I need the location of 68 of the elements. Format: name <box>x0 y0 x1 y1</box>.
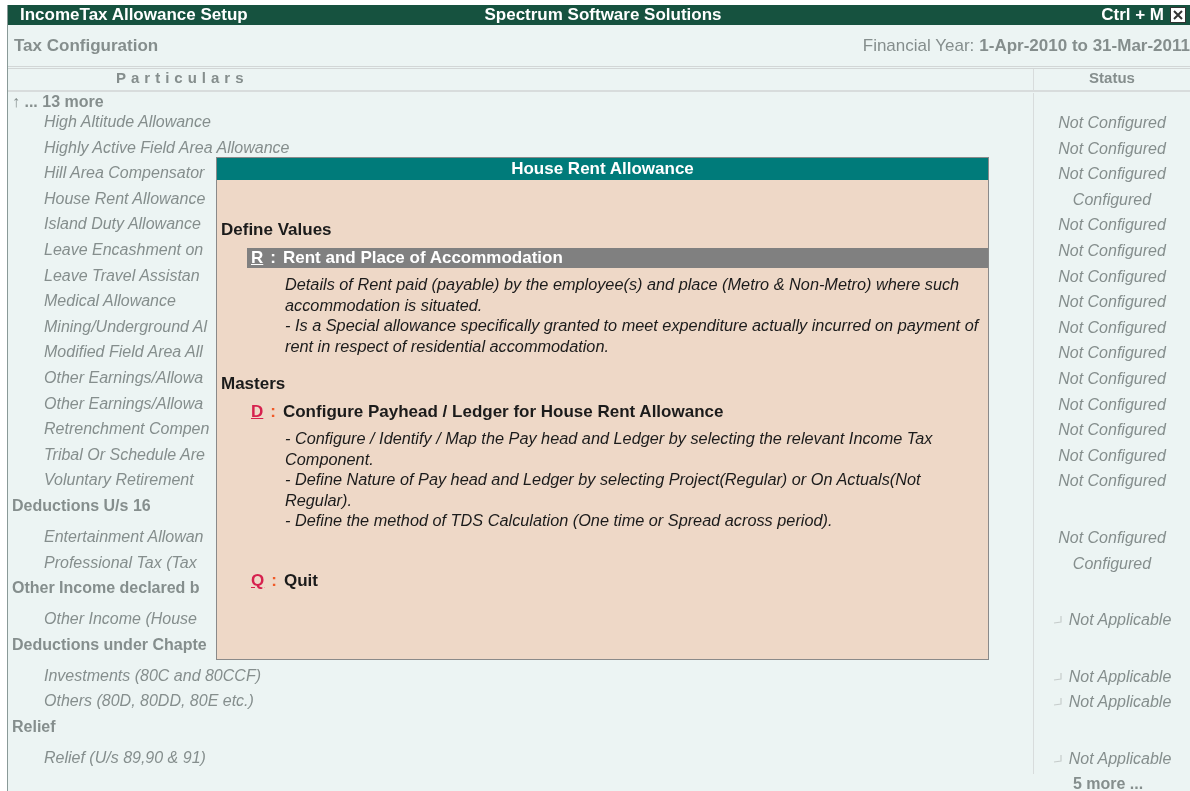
row-label: Tribal Or Schedule Are <box>44 445 205 463</box>
dialog-title: House Rent Allowance <box>217 158 988 180</box>
status-text: Not Configured <box>1058 528 1166 547</box>
group-label: Relief <box>12 717 56 735</box>
row-label: Island Duty Allowance <box>44 215 201 233</box>
row-label: Other Earnings/Allowa <box>44 394 204 412</box>
row-label: Hill Area Compensator <box>44 164 205 182</box>
status-text: Not Configured <box>1058 114 1166 132</box>
section-heading: Masters <box>221 374 287 394</box>
row-label: Leave Encashment on <box>44 240 204 258</box>
status-text: Not Configured <box>1058 241 1166 260</box>
option-description: - Define the method of TDS Calculation (One time or Spread across period). <box>285 510 834 531</box>
company-name: Spectrum Software Solutions <box>484 5 722 25</box>
section-heading: Define Values <box>221 220 333 240</box>
option-description: Details of Rent paid (payable) by the employee(s) and place (Metro & Non-Metro) where such accommodation is situated. <box>285 274 961 315</box>
screen-title: Tax Configuration <box>14 35 159 56</box>
group-label: Deductions under Chapte <box>12 635 207 653</box>
option-description: - Define Nature of Pay head and Ledger by selecting Project(Regular) or On Actuals(Not Regular). <box>285 469 922 510</box>
row-label: Others (80D, 80DD, 80E etc.) <box>44 692 254 710</box>
row-label: Other Income (House <box>44 610 197 628</box>
row-label: House Rent Allowance <box>44 189 206 207</box>
status-text: Configured <box>1072 554 1152 573</box>
option-description: - Is a Special allowance specifically granted to meet expenditure actually incurred on payment of rent in respect of residential accommodation. <box>285 315 981 356</box>
status-text: Not Configured <box>1058 472 1166 491</box>
column-header: Particulars <box>8 69 1034 90</box>
column-header: Status <box>1088 69 1136 88</box>
status-text: Not Applicable <box>1068 667 1172 686</box>
close-icon[interactable] <box>1170 7 1186 23</box>
row-label: Professional Tax (Tax <box>44 553 197 571</box>
row-label: Entertainment Allowan <box>44 527 204 545</box>
row-label: Investments (80C and 80CCF) <box>44 666 261 684</box>
status-text: Not Configured <box>1058 421 1166 440</box>
status-text: Configured <box>1072 190 1152 209</box>
status-text: Not Configured <box>1058 395 1166 414</box>
group-label: Other Income declared b <box>12 579 200 597</box>
status-text: Not Configured <box>1058 267 1166 286</box>
status-text: Not Configured <box>1058 344 1166 363</box>
row-label: Modified Field Area All <box>44 343 203 361</box>
row-label: Medical Allowance <box>44 292 176 310</box>
group-label: Deductions U/s 16 <box>12 496 151 514</box>
status-text: Not Configured <box>1058 369 1166 388</box>
menu-option[interactable]: D : Configure Payhead / Ledger for House Rent Allowance <box>247 402 988 422</box>
row-label: Leave Travel Assistan <box>44 266 200 284</box>
more-rows-link[interactable]: 5 more ... <box>1030 775 1186 791</box>
row-label: High Altitude Allowance <box>44 113 211 130</box>
status-text: Not Applicable <box>1068 611 1172 630</box>
row-label: Other Earnings/Allowa <box>44 368 204 386</box>
shortcut-label: Ctrl + M <box>1101 5 1164 25</box>
period-value: 1-Apr-2010 to 31-Mar-2011 <box>979 35 1190 56</box>
window-title: IncomeTax Allowance Setup <box>20 5 248 25</box>
row-label: Mining/Underground Al <box>44 317 208 335</box>
status-text: Not Configured <box>1058 216 1166 235</box>
row-label: Highly Active Field Area Allowance <box>44 138 290 156</box>
option-description: - Configure / Identify / Map the Pay head and Ledger by selecting the relevant Income Tax Component. <box>285 428 934 469</box>
more-rows-link[interactable]: ↑ ... 13 more <box>12 93 104 110</box>
row-label: Retrenchment Compen <box>44 420 210 438</box>
menu-option[interactable]: Q : Quit <box>247 570 988 591</box>
menu-option[interactable]: R : Rent and Place of Accommodation <box>247 248 988 268</box>
status-text: Not Configured <box>1058 446 1166 465</box>
status-text: Not Configured <box>1058 318 1166 337</box>
row-label: Relief (U/s 89,90 & 91) <box>44 748 206 766</box>
status-text: Not Applicable <box>1068 749 1172 768</box>
status-text: Not Configured <box>1058 165 1166 184</box>
period-label: Financial Year: <box>862 35 975 56</box>
row-label: Voluntary Retirement <box>44 471 194 489</box>
status-text: Not Applicable <box>1068 693 1172 712</box>
status-text: Not Configured <box>1058 293 1166 312</box>
status-text: Not Configured <box>1058 139 1166 158</box>
